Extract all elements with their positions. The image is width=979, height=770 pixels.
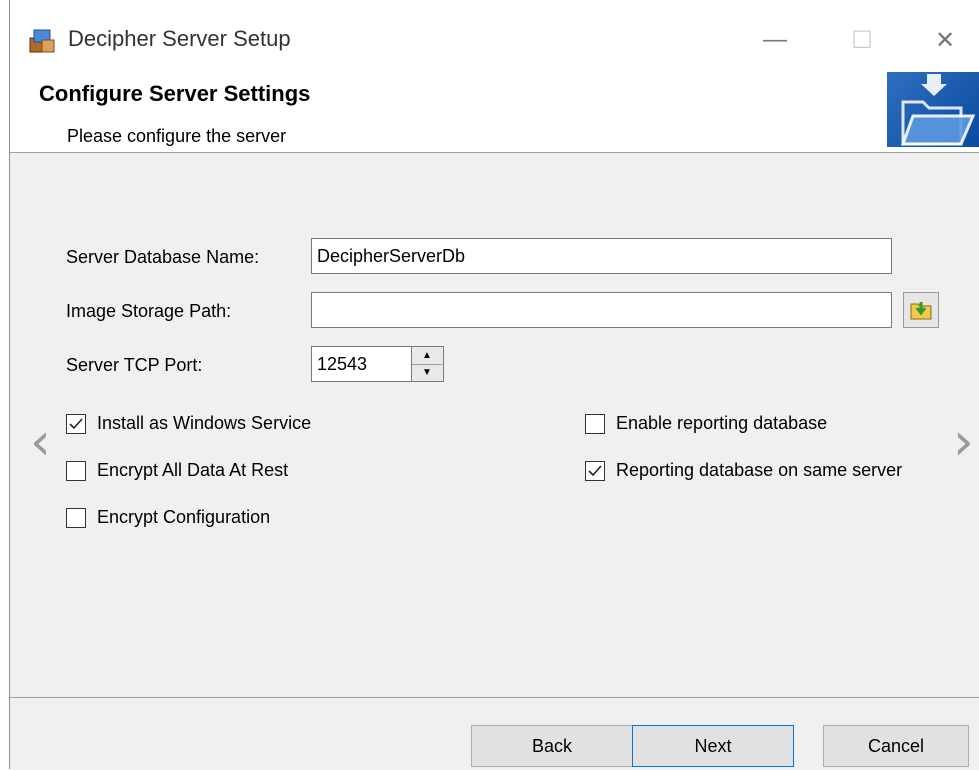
spin-up-arrow-icon[interactable]: ▲ — [412, 347, 442, 365]
back-button[interactable]: Back — [471, 725, 633, 767]
checkbox-box[interactable] — [66, 507, 86, 528]
minimize-button[interactable]: — — [745, 18, 805, 62]
install-service-label: Install as Windows Service — [97, 413, 312, 433]
folder-download-icon — [887, 72, 979, 147]
db-name-label: Server Database Name: — [66, 247, 260, 267]
button-bar: Back Next Cancel — [10, 697, 979, 770]
checkmark-icon — [588, 464, 602, 476]
encrypt-data-label: Encrypt All Data At Rest — [97, 460, 289, 480]
encrypt-config-label: Encrypt Configuration — [97, 507, 271, 527]
next-page-arrow-icon[interactable]: › — [953, 416, 974, 468]
window-title: Decipher Server Setup — [68, 26, 291, 51]
install-service-checkbox[interactable]: Install as Windows Service — [66, 413, 311, 434]
tcp-port-spinner: ▲ ▼ — [412, 346, 444, 382]
enable-reporting-checkbox[interactable]: Enable reporting database — [585, 413, 827, 434]
enable-reporting-label: Enable reporting database — [616, 413, 828, 433]
encrypt-data-checkbox[interactable]: Encrypt All Data At Rest — [66, 460, 288, 481]
folder-browse-icon — [910, 302, 932, 320]
close-button[interactable]: ✕ — [915, 18, 975, 62]
browse-folder-button[interactable] — [903, 292, 939, 328]
checkbox-box[interactable] — [66, 413, 86, 434]
encrypt-config-checkbox[interactable]: Encrypt Configuration — [66, 507, 270, 528]
checkmark-icon — [69, 417, 83, 429]
reporting-same-server-checkbox[interactable]: Reporting database on same server — [585, 460, 902, 481]
checkbox-box[interactable] — [585, 460, 605, 481]
next-button[interactable]: Next — [632, 725, 794, 767]
spin-down-arrow-icon[interactable]: ▼ — [412, 364, 442, 381]
tcp-port-input[interactable]: 12543 — [311, 346, 412, 382]
reporting-same-server-label: Reporting database on same server — [616, 460, 903, 480]
previous-page-arrow-icon[interactable]: ‹ — [30, 416, 51, 468]
image-path-label: Image Storage Path: — [66, 301, 232, 321]
installer-app-icon — [29, 29, 55, 53]
image-path-input[interactable] — [311, 292, 892, 328]
page-title: Configure Server Settings — [39, 81, 311, 106]
checkbox-box[interactable] — [66, 460, 86, 481]
db-name-input[interactable]: DecipherServerDb — [311, 238, 892, 274]
settings-panel: ‹ › Server Database Name: DecipherServer… — [10, 153, 979, 697]
checkbox-box[interactable] — [585, 413, 605, 434]
cancel-button[interactable]: Cancel — [823, 725, 969, 767]
page-header: Configure Server Settings Please configu… — [10, 72, 979, 153]
page-subtitle: Please configure the server — [67, 126, 287, 146]
setup-window: Decipher Server Setup — ☐ ✕ Configure Se… — [9, 0, 979, 770]
title-bar: Decipher Server Setup — ☐ ✕ — [10, 0, 979, 72]
maximize-button[interactable]: ☐ — [832, 18, 892, 62]
tcp-port-label: Server TCP Port: — [66, 355, 203, 375]
